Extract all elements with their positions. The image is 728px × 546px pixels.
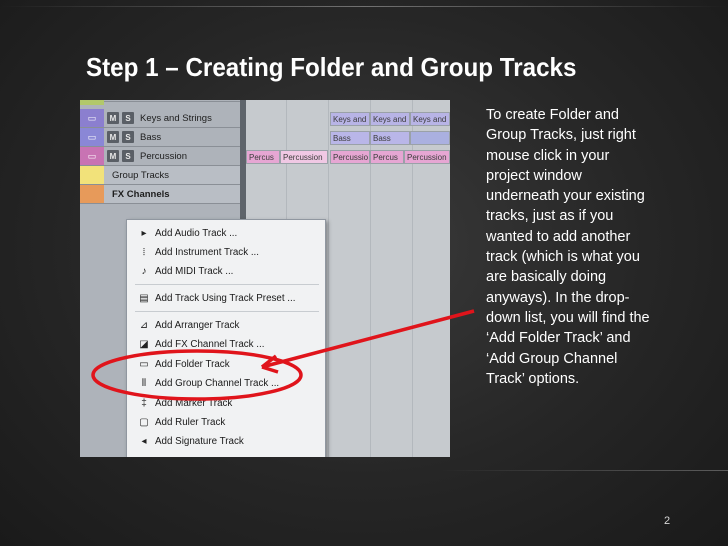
track-name: Group Tracks	[112, 169, 170, 181]
track-name: Percussion	[140, 150, 187, 162]
signature-track-icon: ◂	[141, 436, 147, 447]
clip-bass-pattern[interactable]	[410, 131, 450, 145]
menu-item-add-arranger-track[interactable]: ⊿ Add Arranger Track	[127, 316, 325, 335]
clip-keys[interactable]: Keys and	[330, 112, 370, 126]
group-color-swatch	[80, 166, 104, 184]
mute-button[interactable]: M	[107, 150, 119, 162]
track-row-keys[interactable]: ▭ M S Keys and Strings	[80, 109, 240, 128]
solo-button[interactable]: S	[122, 112, 134, 124]
arranger-track-icon: ⊿	[139, 320, 149, 331]
fx-color-swatch	[80, 185, 104, 203]
menu-item-add-folder-track[interactable]: ▭ Add Folder Track	[127, 355, 325, 374]
instruction-text: To create Folder and Group Tracks, just …	[486, 107, 650, 387]
audio-track-icon: ▸	[141, 228, 147, 239]
clip-bass[interactable]: Bass	[370, 131, 410, 145]
clip-percussion[interactable]: Percus	[370, 150, 404, 164]
track-name: Bass	[140, 131, 162, 143]
clip-bass[interactable]: Bass	[330, 131, 370, 145]
grid-line	[328, 100, 329, 457]
menu-separator	[135, 284, 319, 285]
mute-button[interactable]: M	[107, 131, 119, 143]
marker-track-icon: ‡	[141, 398, 147, 409]
track-row-group-tracks[interactable]: Group Tracks	[80, 166, 240, 185]
menu-item-add-track-using-preset[interactable]: ▤ Add Track Using Track Preset ...	[127, 289, 325, 308]
menu-item-add-marker-track[interactable]: ‡ Add Marker Track	[127, 394, 325, 413]
track-preset-icon: ▤	[139, 293, 149, 304]
fx-channel-icon: ◪	[139, 339, 149, 350]
menu-item-add-ruler-track[interactable]: ▢ Add Ruler Track	[127, 413, 325, 432]
clip-percussion[interactable]: Percus	[246, 150, 280, 164]
slide-title: Step 1 – Creating Folder and Group Track…	[86, 52, 577, 82]
clip-percussion[interactable]: Percussion	[280, 150, 328, 164]
track-name: FX Channels	[112, 188, 170, 200]
slide-number: 2	[664, 515, 671, 527]
menu-item-add-signature-track[interactable]: ◂ Add Signature Track	[127, 432, 325, 451]
context-menu: ▸ Add Audio Track ... ⦙ Add Instrument T…	[126, 219, 326, 457]
track-row-bass[interactable]: ▭ M S Bass	[80, 128, 240, 147]
menu-item-add-midi-track[interactable]: ♪ Add MIDI Track ...	[127, 262, 325, 281]
track-row-percussion[interactable]: ▭ M S Percussion	[80, 147, 240, 166]
solo-button[interactable]: S	[122, 150, 134, 162]
ruler-track-icon: ▢	[139, 417, 149, 428]
instrument-track-icon: ⦙	[142, 247, 146, 258]
track-name: Keys and Strings	[140, 112, 212, 124]
menu-separator	[135, 311, 319, 312]
menu-item-add-instrument-track[interactable]: ⦙ Add Instrument Track ...	[127, 243, 325, 262]
track-row-fx-channels[interactable]: FX Channels	[80, 185, 240, 204]
solo-button[interactable]: S	[122, 131, 134, 143]
bottom-divider	[440, 470, 728, 471]
track-row-partial	[80, 100, 240, 105]
group-channel-icon: ⫴	[141, 378, 147, 389]
folder-icon: ▭	[80, 109, 104, 127]
cubase-screenshot: ▭ M S Keys and Strings ▭ M S Bass ▭ M S …	[80, 100, 450, 457]
menu-item-add-fx-channel-track[interactable]: ◪ Add FX Channel Track ...	[127, 335, 325, 354]
menu-item-add-audio-track[interactable]: ▸ Add Audio Track ...	[127, 224, 325, 243]
folder-track-icon: ▭	[139, 359, 149, 370]
mute-button[interactable]: M	[107, 112, 119, 124]
clip-percussion[interactable]: Percussio	[330, 150, 370, 164]
menu-item-add-group-channel-track[interactable]: ⫴ Add Group Channel Track ...	[127, 374, 325, 393]
clip-keys[interactable]: Keys and	[410, 112, 450, 126]
clip-percussion[interactable]: Percussion	[404, 150, 450, 164]
midi-track-icon: ♪	[141, 266, 147, 277]
clip-keys[interactable]: Keys and	[370, 112, 410, 126]
top-divider	[0, 6, 728, 7]
folder-icon: ▭	[80, 147, 104, 165]
folder-icon: ▭	[80, 128, 104, 146]
